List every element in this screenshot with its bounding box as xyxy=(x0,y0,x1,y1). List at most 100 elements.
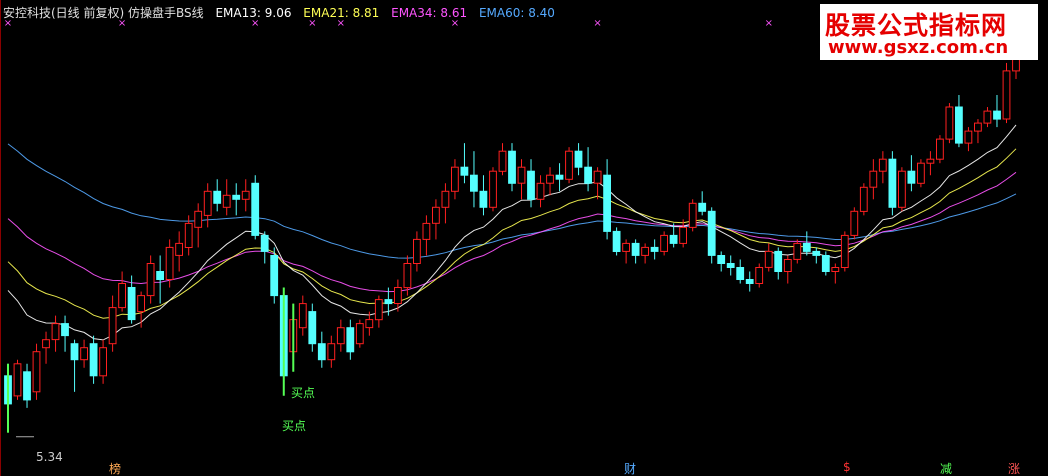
candle-body-up xyxy=(175,242,183,256)
candle-body-down xyxy=(308,311,317,345)
candle-body-up xyxy=(983,110,992,124)
candle-body-up xyxy=(165,246,174,280)
candle-body-down xyxy=(270,255,279,297)
candle-body-down xyxy=(993,110,1001,120)
candle-body-up xyxy=(355,323,364,345)
candle-body-up xyxy=(298,303,307,329)
candle-body-down xyxy=(669,234,678,244)
candle-body-up xyxy=(641,246,650,256)
signal-x-marker: × xyxy=(308,18,316,29)
candle-body-up xyxy=(413,238,421,264)
candle-body-down xyxy=(726,263,735,268)
signal-x-marker: × xyxy=(451,18,459,29)
chart-window: 安控科技(日线 前复权) 仿操盘手BS线 EMA13: 9.06 EMA21: … xyxy=(0,0,1048,476)
candle-body-down xyxy=(127,287,136,321)
candle-body-up xyxy=(146,263,155,297)
candle-body-down xyxy=(213,190,222,204)
event-marker-dollar[interactable]: $ xyxy=(843,460,851,474)
candle-body-up xyxy=(108,307,117,345)
candle-body-up xyxy=(13,363,22,397)
candle-body-down xyxy=(156,271,164,280)
candle-body-up xyxy=(831,267,840,272)
candle-body-up xyxy=(374,299,383,321)
signal-x-marker: × xyxy=(765,18,773,29)
candle-body-up xyxy=(679,226,688,244)
candle-body-down xyxy=(251,182,260,236)
candle-body-down xyxy=(70,343,79,361)
signal-x-marker: × xyxy=(337,18,345,29)
candle-body-down xyxy=(89,343,98,377)
low-price-label: 5.34 xyxy=(36,450,63,464)
candle-body-up xyxy=(222,194,231,208)
candle-body-down xyxy=(232,194,241,200)
candle-body-up xyxy=(432,206,440,224)
candle-body-up xyxy=(451,166,459,192)
candle-body-down xyxy=(736,267,745,280)
candle-body-up xyxy=(403,263,412,289)
candle-body-up xyxy=(99,347,107,377)
event-marker-bang[interactable]: 榜 xyxy=(109,460,121,476)
signal-x-marker: × xyxy=(4,18,12,29)
signal-x-marker: × xyxy=(593,18,601,29)
buy-point-label-2: 买点 xyxy=(282,419,307,433)
candle-body-down xyxy=(707,210,716,256)
candle-body-up xyxy=(498,150,507,172)
watermark-logo: 股票公式指标网 www.gsxz.com.cn xyxy=(820,4,1038,60)
candle-body-down xyxy=(717,255,726,264)
candle-body-down xyxy=(508,150,516,184)
candle-body-up xyxy=(793,242,802,260)
candle-body-up xyxy=(764,250,773,268)
candle-body-up xyxy=(755,267,764,284)
candle-body-up xyxy=(536,182,545,200)
candle-body-up xyxy=(394,287,402,304)
candle-body-down xyxy=(821,255,830,272)
candle-body-down xyxy=(460,166,469,176)
candle-body-down xyxy=(574,150,583,168)
signal-x-marker: × xyxy=(251,18,259,29)
candle-body-up xyxy=(878,158,887,172)
candle-body-up xyxy=(546,174,554,184)
candle-body-up xyxy=(840,234,849,268)
candle-body-down xyxy=(907,170,916,184)
candle-body-down xyxy=(479,190,488,208)
candle-body-up xyxy=(517,166,526,184)
candle-body-up xyxy=(118,283,126,309)
candle-body-down xyxy=(698,202,707,212)
candle-body-down xyxy=(527,170,535,200)
candle-body-down xyxy=(584,166,593,184)
candle-body-up xyxy=(51,323,60,341)
candle-body-down xyxy=(346,327,355,353)
candle-body-down xyxy=(612,230,621,252)
candle-body-up xyxy=(203,190,212,216)
candle-body-up xyxy=(422,222,431,240)
candle-body-up xyxy=(660,234,669,252)
candle-body-up xyxy=(184,222,193,248)
candle-body-down xyxy=(260,234,269,252)
event-marker-jian[interactable]: 减 xyxy=(940,460,952,476)
signal-x-marker: × xyxy=(118,18,126,29)
candle-body-up xyxy=(917,162,925,184)
candle-body-up xyxy=(32,351,41,393)
candle-body-up xyxy=(974,122,982,132)
candle-body-down xyxy=(61,323,69,337)
candle-body-down xyxy=(384,299,393,305)
candle-body-up xyxy=(489,170,497,208)
candle-body-up xyxy=(593,170,602,184)
candle-body-down xyxy=(745,279,754,284)
candle-body-down xyxy=(812,250,821,256)
candle-body-up xyxy=(688,202,697,228)
candle-body-up xyxy=(783,259,792,272)
candle-body-down xyxy=(470,174,478,192)
candle-body-up xyxy=(80,347,88,361)
candle-body-up xyxy=(964,130,973,144)
candle-body-up xyxy=(926,158,935,164)
candle-body-up xyxy=(137,295,145,313)
candle-body-up xyxy=(898,170,906,208)
event-marker-zhang[interactable]: 涨 xyxy=(1008,460,1020,476)
event-marker-cai[interactable]: 财 xyxy=(624,460,636,476)
candle-body-down xyxy=(888,158,897,208)
candle-body-down xyxy=(317,343,326,361)
candle-body-up xyxy=(622,242,631,252)
candle-body-up xyxy=(936,138,944,160)
candle-body-up xyxy=(859,186,868,212)
